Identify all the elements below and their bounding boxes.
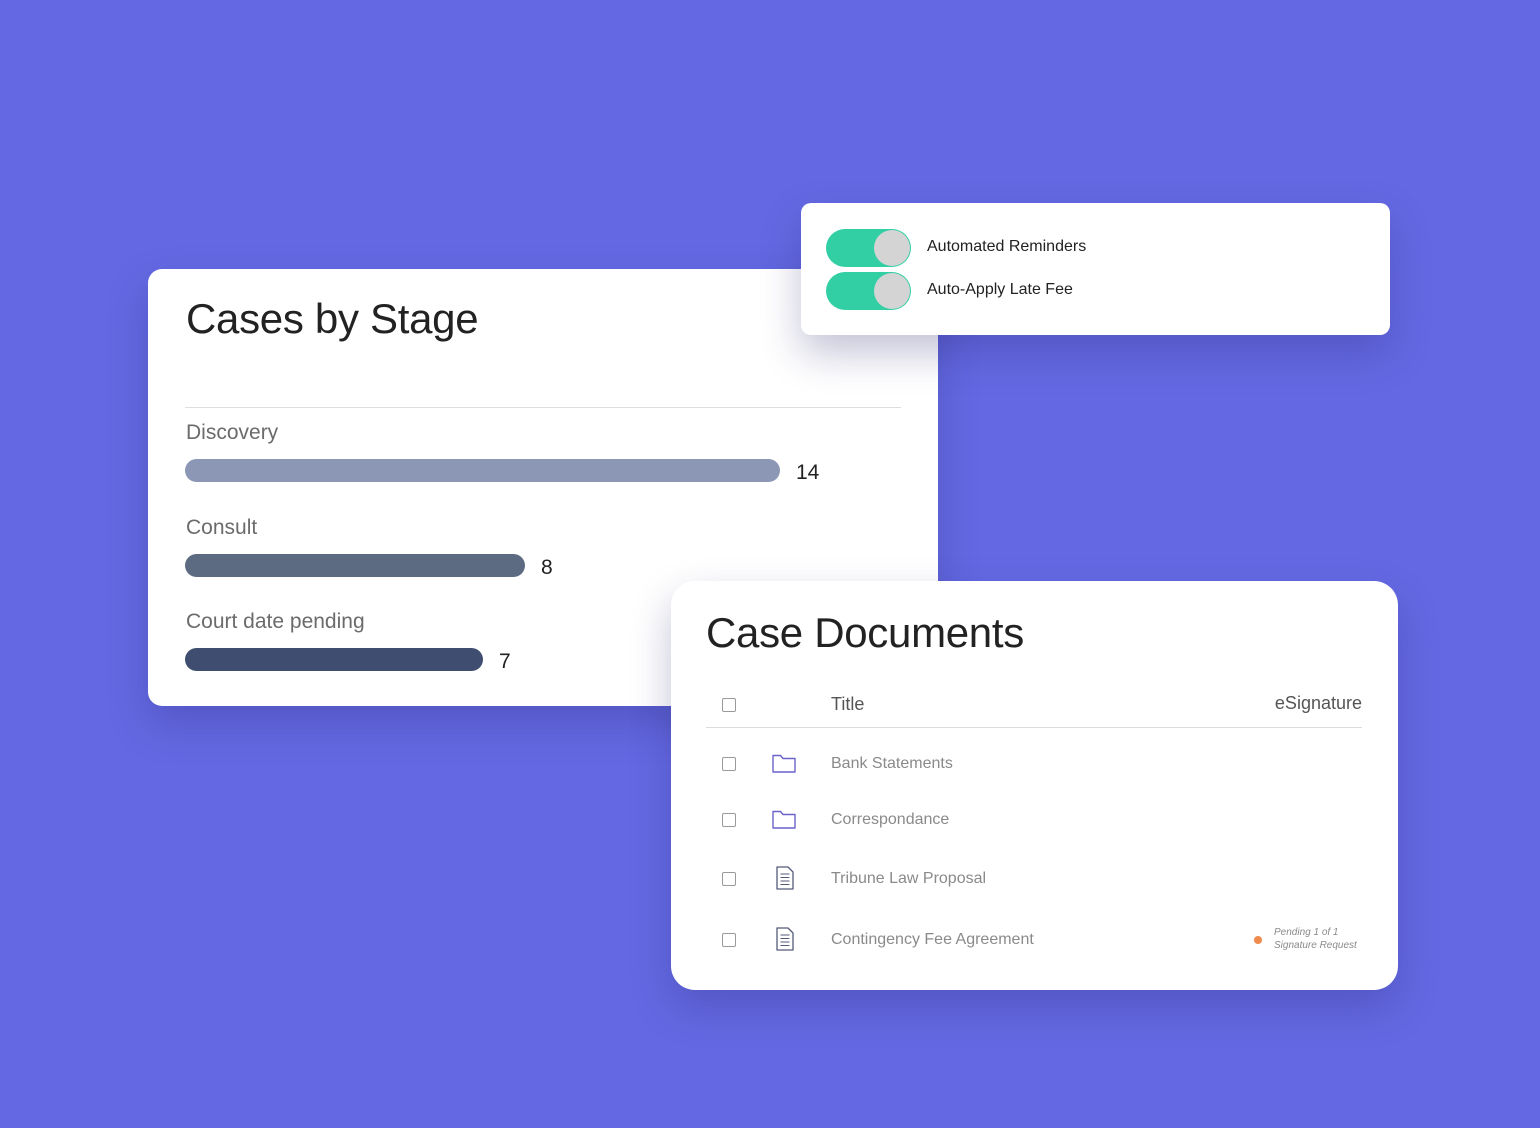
stage-count: 8 <box>541 556 553 579</box>
table-row[interactable]: Contingency Fee Agreement Pending 1 of 1… <box>671 920 1398 960</box>
row-checkbox[interactable] <box>722 813 736 827</box>
toggle-row-automated-reminders: Automated Reminders <box>826 229 1346 267</box>
automated-reminders-toggle[interactable] <box>826 229 911 267</box>
document-title[interactable]: Tribune Law Proposal <box>831 870 986 888</box>
header-divider <box>706 727 1362 728</box>
stage-label: Court date pending <box>186 610 365 633</box>
case-documents-card: Case Documents Title eSignature Bank Sta… <box>671 581 1398 990</box>
document-icon <box>775 865 795 896</box>
document-icon <box>775 926 795 957</box>
stage-count: 14 <box>796 461 820 484</box>
folder-icon <box>771 808 797 835</box>
stage-count: 7 <box>499 650 511 673</box>
stage-row-consult: Consult 8 <box>185 516 885 586</box>
toggle-row-auto-apply-late-fee: Auto-Apply Late Fee <box>826 272 1346 310</box>
toggle-label: Automated Reminders <box>927 238 1087 255</box>
automation-settings-card: Automated Reminders Auto-Apply Late Fee <box>801 203 1390 335</box>
row-checkbox[interactable] <box>722 757 736 771</box>
auto-apply-late-fee-toggle[interactable] <box>826 272 911 310</box>
row-checkbox[interactable] <box>722 872 736 886</box>
stage-label: Discovery <box>186 421 279 444</box>
toggle-label: Auto-Apply Late Fee <box>927 281 1073 298</box>
stage-bar <box>185 459 780 482</box>
stage-bar <box>185 554 525 577</box>
select-all-checkbox[interactable] <box>722 698 736 712</box>
cases-by-stage-title: Cases by Stage <box>186 295 479 342</box>
toggle-knob <box>874 230 910 266</box>
stage-bar <box>185 648 483 671</box>
column-header-esignature[interactable]: eSignature <box>1275 693 1362 714</box>
folder-icon <box>771 752 797 779</box>
table-row[interactable]: Correspondance <box>671 800 1398 840</box>
row-checkbox[interactable] <box>722 933 736 947</box>
divider <box>185 407 901 408</box>
stage-row-discovery: Discovery 14 <box>185 421 885 491</box>
table-row[interactable]: Bank Statements <box>671 744 1398 784</box>
signature-status-line1: Pending 1 of 1 <box>1274 927 1339 938</box>
table-row[interactable]: Tribune Law Proposal <box>671 859 1398 899</box>
signature-status-line2: Signature Request <box>1274 940 1357 951</box>
stage-label: Consult <box>186 516 258 539</box>
signature-status: Pending 1 of 1 Signature Request <box>1274 926 1374 952</box>
toggle-knob <box>874 273 910 309</box>
pending-status-dot <box>1254 936 1262 944</box>
case-documents-title: Case Documents <box>706 609 1024 656</box>
document-title[interactable]: Correspondance <box>831 811 949 829</box>
document-title[interactable]: Bank Statements <box>831 755 953 773</box>
document-title[interactable]: Contingency Fee Agreement <box>831 931 1034 949</box>
column-header-title[interactable]: Title <box>831 694 864 715</box>
